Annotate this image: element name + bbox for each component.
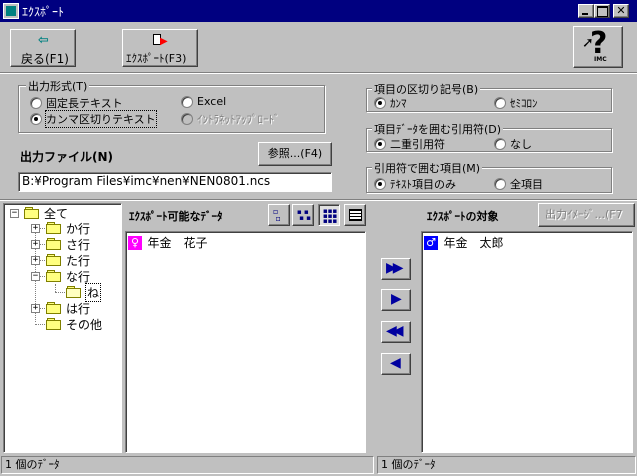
tree-expand-ta[interactable]: +	[31, 256, 40, 265]
output-file-label: 出力ファイル(N)	[20, 150, 114, 164]
back-arrow-icon: ⇦	[38, 33, 49, 48]
option-double-quote[interactable]: 二重引用符	[374, 136, 445, 152]
list-icon: ▪▪▪ ▪▪▪ ▪▪▪	[323, 207, 338, 225]
double-right-arrow-icon: ▶▶	[386, 260, 403, 276]
export-icon: ▶	[153, 34, 169, 48]
quoted-items-legend: 引用符で囲む項目(M)	[372, 160, 483, 176]
folder-icon	[46, 254, 62, 266]
available-header: ｴｸｽﾎﾟｰﾄ可能なﾃﾞｰﾀ	[129, 210, 223, 223]
option-text-only[interactable]: ﾃｷｽﾄ項目のみ	[374, 176, 456, 192]
folder-icon	[46, 318, 62, 330]
window-title: ｴｸｽﾎﾟｰﾄ	[22, 5, 65, 19]
remove-all-button[interactable]: ◀◀	[381, 321, 411, 343]
folder-icon	[24, 207, 40, 219]
status-right: 1 個のﾃﾞｰﾀ	[377, 456, 636, 474]
folder-icon	[46, 238, 62, 250]
output-file-path: B:¥Program Files¥imc¥nen¥NEN0801.ncs	[22, 174, 271, 188]
help-button[interactable]: ? ➚ IMC	[573, 26, 623, 68]
help-badge: IMC	[594, 56, 607, 63]
folder-icon	[46, 270, 62, 282]
folder-open-icon	[66, 286, 82, 298]
list-item[interactable]: ♀ 年金 花子	[128, 234, 208, 250]
pointer-icon: ➚	[582, 35, 594, 51]
list-view-button[interactable]: ▪▪▪ ▪▪▪ ▪▪▪	[318, 204, 340, 226]
maximize-button[interactable]	[594, 4, 610, 18]
folder-icon	[46, 222, 62, 234]
add-button[interactable]: ▶	[381, 289, 411, 311]
tree-item-other[interactable]: その他	[66, 316, 102, 333]
radio-no-quote[interactable]	[494, 138, 506, 150]
tree-expand-sa[interactable]: +	[31, 240, 40, 249]
tree-item-ha[interactable]: は行	[66, 300, 90, 317]
tree-collapse-root[interactable]: −	[10, 209, 19, 218]
option-intranet-upload: ｲﾝﾄﾗﾈｯﾄｱｯﾌﾟﾛｰﾄﾞ	[181, 111, 280, 127]
tree-item-ne[interactable]: ね	[84, 283, 102, 302]
option-all-items[interactable]: 全項目	[494, 176, 543, 192]
browse-button[interactable]: 参照...(F4)	[258, 142, 332, 166]
option-csv[interactable]: カンマ区切りテキスト	[30, 110, 157, 128]
category-tree[interactable]: − 全て + か行 + さ行 + た行 − な行 ね + は行 その他	[3, 203, 122, 453]
add-all-button[interactable]: ▶▶	[381, 258, 411, 280]
app-icon	[3, 3, 19, 19]
radio-csv[interactable]	[30, 113, 42, 125]
radio-fixed-length[interactable]	[30, 97, 42, 109]
output-format-legend: 出力形式(T)	[26, 78, 90, 94]
radio-double-quote[interactable]	[374, 138, 386, 150]
option-no-quote[interactable]: なし	[494, 136, 532, 152]
details-view-button[interactable]	[344, 204, 366, 226]
folder-icon	[46, 302, 62, 314]
radio-semicolon[interactable]	[494, 97, 506, 109]
export-label: ｴｸｽﾎﾟｰﾄ(F3)	[126, 52, 187, 65]
radio-text-only[interactable]	[374, 178, 386, 190]
small-icon-view-button[interactable]: ▪ ▪ ▪ ▪	[292, 204, 314, 226]
available-list[interactable]: ♀ 年金 花子	[125, 231, 366, 453]
tree-root[interactable]: 全て	[44, 205, 68, 222]
browse-label: 参照...(F4)	[267, 147, 323, 160]
tree-item-ta[interactable]: た行	[66, 252, 90, 269]
quote-legend: 項目ﾃﾞｰﾀを囲む引用符(D)	[372, 121, 504, 137]
output-preview-label: 出力ｲﾒｰｼﾞ...(F7	[545, 208, 623, 221]
close-button[interactable]: ✕	[613, 4, 629, 18]
export-button[interactable]: ▶ ｴｸｽﾎﾟｰﾄ(F3)	[122, 29, 198, 67]
radio-intranet-upload	[181, 113, 193, 125]
tree-item-na[interactable]: な行	[66, 268, 90, 285]
back-label: 戻る(F1)	[21, 52, 69, 66]
status-left: 1 個のﾃﾞｰﾀ	[1, 456, 374, 474]
output-preview-button: 出力ｲﾒｰｼﾞ...(F7	[538, 203, 635, 227]
list-item[interactable]: ♂ 年金 太郎	[424, 234, 504, 250]
option-comma[interactable]: ｶﾝﾏ	[374, 95, 407, 111]
option-semicolon[interactable]: ｾﾐｺﾛﾝ	[494, 95, 538, 111]
radio-all-items[interactable]	[494, 178, 506, 190]
double-left-arrow-icon: ◀◀	[386, 323, 403, 339]
large-icons-icon: ▫ ▫	[273, 207, 281, 223]
option-fixed-length[interactable]: 固定長テキスト	[30, 95, 123, 111]
target-count: 1 個のﾃﾞｰﾀ	[381, 458, 436, 471]
details-icon	[349, 209, 362, 221]
tree-item-sa[interactable]: さ行	[66, 236, 90, 253]
right-arrow-icon: ▶	[391, 291, 402, 307]
male-person-icon: ♂	[424, 235, 438, 250]
tree-item-ka[interactable]: か行	[66, 220, 90, 237]
large-icon-view-button[interactable]: ▫ ▫	[268, 204, 290, 226]
available-count: 1 個のﾃﾞｰﾀ	[5, 458, 60, 471]
radio-comma[interactable]	[374, 97, 386, 109]
remove-button[interactable]: ◀	[381, 353, 411, 375]
minimize-button[interactable]	[578, 4, 594, 18]
title-bar: ｴｸｽﾎﾟｰﾄ ✕	[0, 0, 637, 22]
output-file-input[interactable]: B:¥Program Files¥imc¥nen¥NEN0801.ncs	[18, 172, 332, 192]
target-list[interactable]: ♂ 年金 太郎	[421, 231, 633, 453]
back-button[interactable]: ⇦ 戻る(F1)	[10, 29, 76, 67]
tree-expand-ka[interactable]: +	[31, 224, 40, 233]
radio-excel[interactable]	[181, 95, 193, 108]
tree-collapse-na[interactable]: −	[31, 272, 40, 281]
left-arrow-icon: ◀	[390, 355, 401, 371]
female-person-icon: ♀	[128, 235, 142, 250]
target-header: ｴｸｽﾎﾟｰﾄの対象	[427, 210, 499, 223]
small-icons-icon: ▪ ▪ ▪ ▪	[297, 208, 311, 222]
option-excel[interactable]: Excel	[181, 95, 226, 108]
tree-expand-ha[interactable]: +	[31, 304, 40, 313]
